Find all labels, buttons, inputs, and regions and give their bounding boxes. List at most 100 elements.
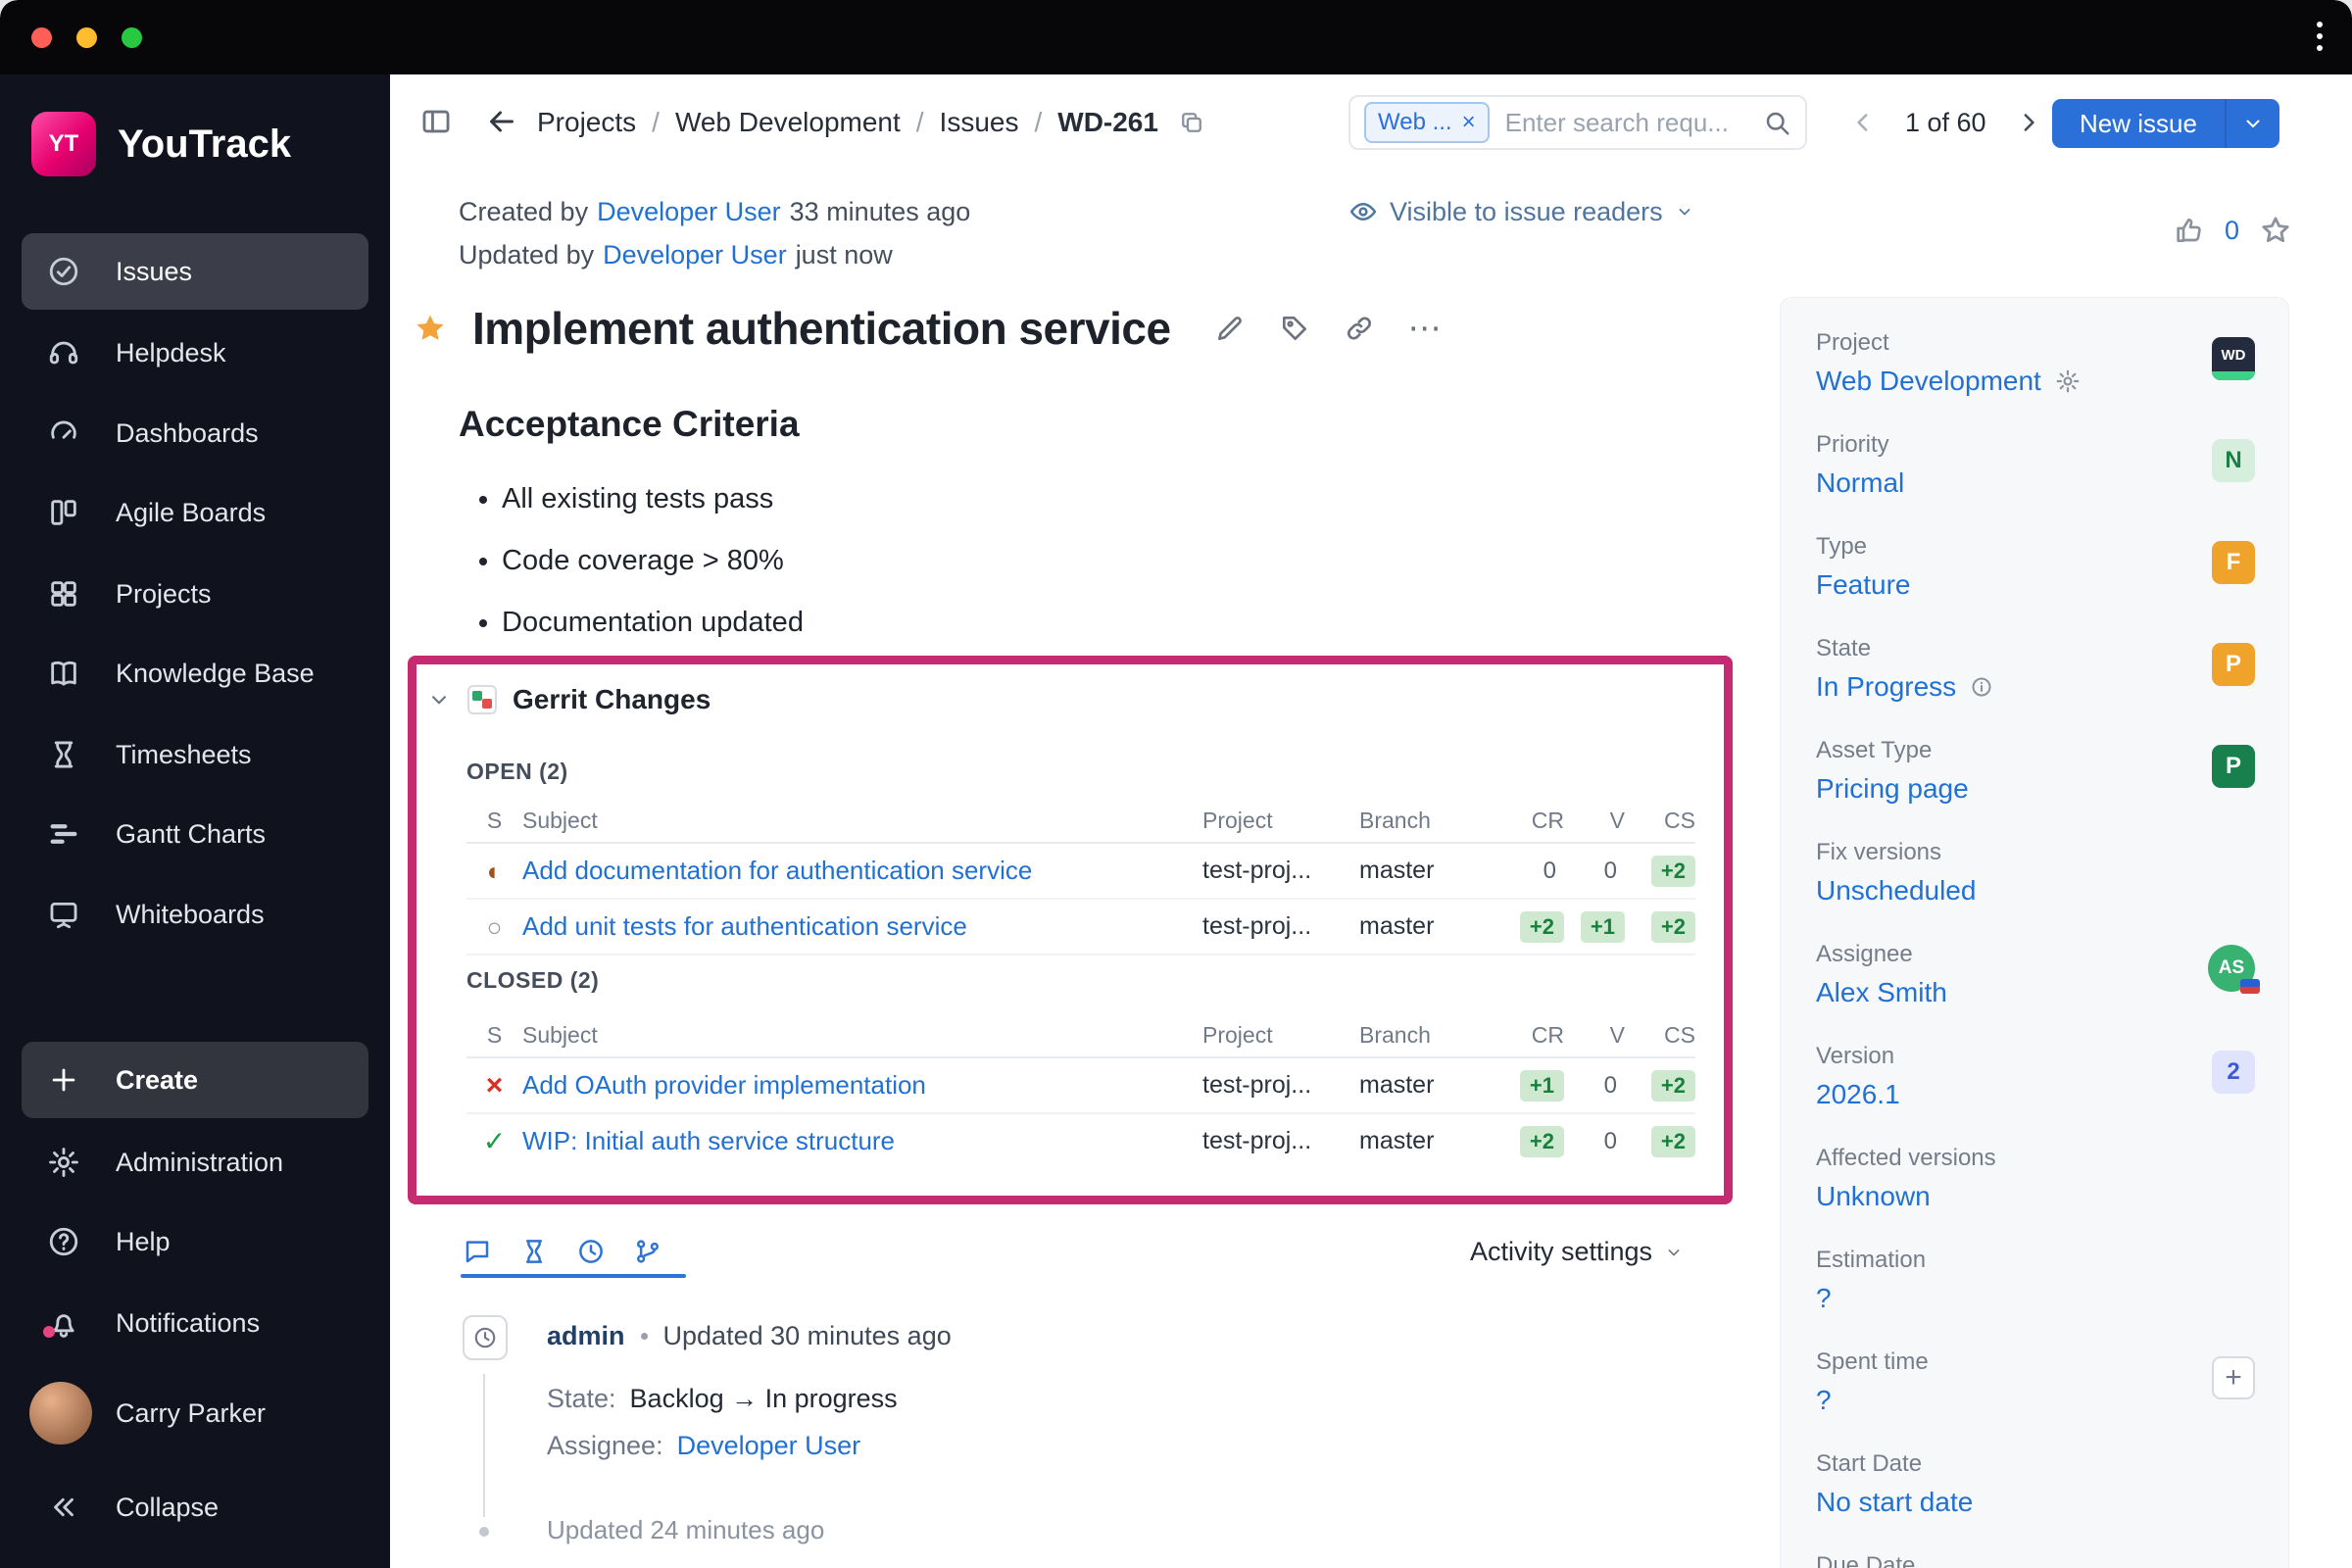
- link-icon[interactable]: [1344, 313, 1375, 344]
- assignee-link[interactable]: Developer User: [677, 1431, 861, 1461]
- activity-user-link[interactable]: admin: [547, 1321, 625, 1351]
- status-abandoned-icon: ×: [485, 1068, 504, 1102]
- new-issue-button[interactable]: New issue: [2052, 99, 2225, 148]
- version-badge: 2: [2212, 1051, 2255, 1094]
- kebab-menu-icon[interactable]: [2317, 22, 2323, 51]
- gerrit-closed-group-label: CLOSED (2): [466, 967, 600, 993]
- sidebar-item-help[interactable]: Help: [22, 1203, 368, 1280]
- field-value-link[interactable]: Unknown: [1816, 1181, 1931, 1212]
- toggle-sidebar-icon[interactable]: [419, 105, 453, 138]
- visibility-control[interactable]: Visible to issue readers: [1348, 190, 1694, 233]
- sidebar-collapse-button[interactable]: Collapse: [22, 1469, 368, 1545]
- issues-icon: [47, 255, 80, 288]
- cr-badge: +2: [1519, 910, 1564, 943]
- chevron-down-icon[interactable]: [426, 687, 452, 712]
- field-value-link[interactable]: Feature: [1816, 569, 1911, 601]
- field-value-link[interactable]: Unscheduled: [1816, 875, 1976, 906]
- change-subject-link[interactable]: Add unit tests for authentication servic…: [522, 911, 1202, 942]
- favorite-star-icon[interactable]: [412, 310, 449, 347]
- projects-icon: [47, 577, 80, 611]
- breadcrumb-issues[interactable]: Issues: [940, 107, 1019, 138]
- created-user-link[interactable]: Developer User: [597, 197, 781, 227]
- sidebar-item-notifications[interactable]: Notifications: [22, 1285, 368, 1361]
- vcs-tab-icon[interactable]: [633, 1237, 662, 1266]
- search-box[interactable]: Web ... ×: [1348, 95, 1807, 150]
- gear-icon[interactable]: [2055, 368, 2081, 394]
- field-value-link[interactable]: Normal: [1816, 467, 1904, 499]
- info-icon[interactable]: [1970, 675, 1993, 699]
- field-value-link[interactable]: No start date: [1816, 1487, 1973, 1518]
- eye-icon: [1348, 197, 1378, 226]
- sidebar-item-label: Gantt Charts: [116, 818, 267, 849]
- sidebar-item-timesheets[interactable]: Timesheets: [22, 716, 368, 793]
- sidebar-item-helpdesk[interactable]: Helpdesk: [22, 315, 368, 391]
- state-badge: P: [2212, 643, 2255, 686]
- cr-badge: +2: [1519, 1125, 1564, 1157]
- issue-title: Implement authentication service: [472, 303, 1171, 354]
- field-value-link[interactable]: Pricing page: [1816, 773, 1969, 805]
- field-value-link[interactable]: ?: [1816, 1283, 1832, 1314]
- create-button[interactable]: Create: [22, 1042, 368, 1118]
- change-subject-link[interactable]: Add OAuth provider implementation: [522, 1070, 1202, 1101]
- app-name: YouTrack: [118, 122, 292, 166]
- field-value-link[interactable]: ?: [1816, 1385, 1832, 1416]
- gerrit-closed-table: S Subject Project Branch CR V CS × Add O…: [466, 1013, 1695, 1168]
- cs-badge: +2: [1650, 855, 1695, 887]
- history-tab-icon[interactable]: [519, 1237, 549, 1266]
- pager-label: 1 of 60: [1905, 107, 1986, 137]
- change-subject-link[interactable]: WIP: Initial auth service structure: [522, 1126, 1202, 1156]
- search-icon[interactable]: [1762, 108, 1791, 137]
- chevron-right-icon[interactable]: [2014, 108, 2043, 137]
- activity-timestamp: Updated 30 minutes ago: [662, 1321, 952, 1350]
- acceptance-criteria-list: All existing tests pass Code coverage > …: [470, 468, 804, 654]
- chevron-left-icon[interactable]: [1848, 108, 1878, 137]
- search-input[interactable]: [1502, 106, 1748, 139]
- sidebar-item-dashboards[interactable]: Dashboards: [22, 395, 368, 471]
- close-icon[interactable]: ×: [1462, 111, 1476, 134]
- notification-dot: [43, 1326, 55, 1338]
- window-close-button[interactable]: [31, 27, 52, 48]
- search-filter-tag[interactable]: Web ... ×: [1364, 102, 1490, 143]
- comments-tab-icon[interactable]: [463, 1237, 492, 1266]
- likes-count: 0: [2225, 215, 2240, 245]
- field-value-link[interactable]: 2026.1: [1816, 1079, 1900, 1110]
- sidebar-item-knowledge-base[interactable]: Knowledge Base: [22, 635, 368, 711]
- spent-time-tab-icon[interactable]: [576, 1237, 606, 1266]
- copy-icon[interactable]: [1178, 109, 1205, 136]
- field-value-link[interactable]: In Progress: [1816, 671, 1956, 703]
- pencil-icon[interactable]: [1214, 313, 1246, 344]
- thumbs-up-icon[interactable]: [2174, 215, 2205, 246]
- chevron-down-icon: [1675, 202, 1694, 221]
- sidebar-item-profile[interactable]: Carry Parker: [22, 1375, 368, 1451]
- app-logo[interactable]: YT YouTrack: [31, 112, 291, 176]
- back-arrow-icon[interactable]: [484, 104, 519, 139]
- change-subject-link[interactable]: Add documentation for authentication ser…: [522, 856, 1202, 886]
- sidebar-item-agile-boards[interactable]: Agile Boards: [22, 474, 368, 551]
- app-window: YT YouTrack Issues Helpdesk Dashboards A…: [0, 0, 2352, 1568]
- field-value-link[interactable]: Web Development: [1816, 366, 2041, 397]
- field-state: State In Progress P: [1781, 635, 2288, 703]
- sidebar-item-issues[interactable]: Issues: [22, 233, 368, 310]
- plus-icon: [47, 1063, 80, 1097]
- star-icon[interactable]: [2259, 214, 2292, 247]
- breadcrumb-project[interactable]: Web Development: [675, 107, 901, 138]
- section-heading: Acceptance Criteria: [459, 404, 800, 444]
- sidebar-item-projects[interactable]: Projects: [22, 556, 368, 632]
- field-label: Estimation: [1816, 1247, 1927, 1273]
- sidebar: YT YouTrack Issues Helpdesk Dashboards A…: [0, 74, 390, 1568]
- sidebar-item-administration[interactable]: Administration: [22, 1124, 368, 1200]
- sidebar-item-whiteboards[interactable]: Whiteboards: [22, 876, 368, 953]
- field-value-link[interactable]: Alex Smith: [1816, 977, 1947, 1008]
- activity-settings-button[interactable]: Activity settings: [1470, 1237, 1684, 1267]
- activity-timestamp: Updated 24 minutes ago: [547, 1515, 825, 1544]
- new-issue-dropdown[interactable]: [2224, 99, 2279, 148]
- window-minimize-button[interactable]: [76, 27, 97, 48]
- table-row: ◐ Add documentation for authentication s…: [466, 844, 1695, 900]
- tag-icon[interactable]: [1279, 313, 1310, 344]
- breadcrumb-projects[interactable]: Projects: [537, 107, 636, 138]
- add-spent-time-button[interactable]: +: [2212, 1356, 2255, 1399]
- sidebar-item-gantt-charts[interactable]: Gantt Charts: [22, 796, 368, 872]
- window-zoom-button[interactable]: [122, 27, 142, 48]
- updated-user-link[interactable]: Developer User: [603, 240, 787, 270]
- issue-fields-panel: Project Web Development WD Priority Norm…: [1780, 297, 2289, 1568]
